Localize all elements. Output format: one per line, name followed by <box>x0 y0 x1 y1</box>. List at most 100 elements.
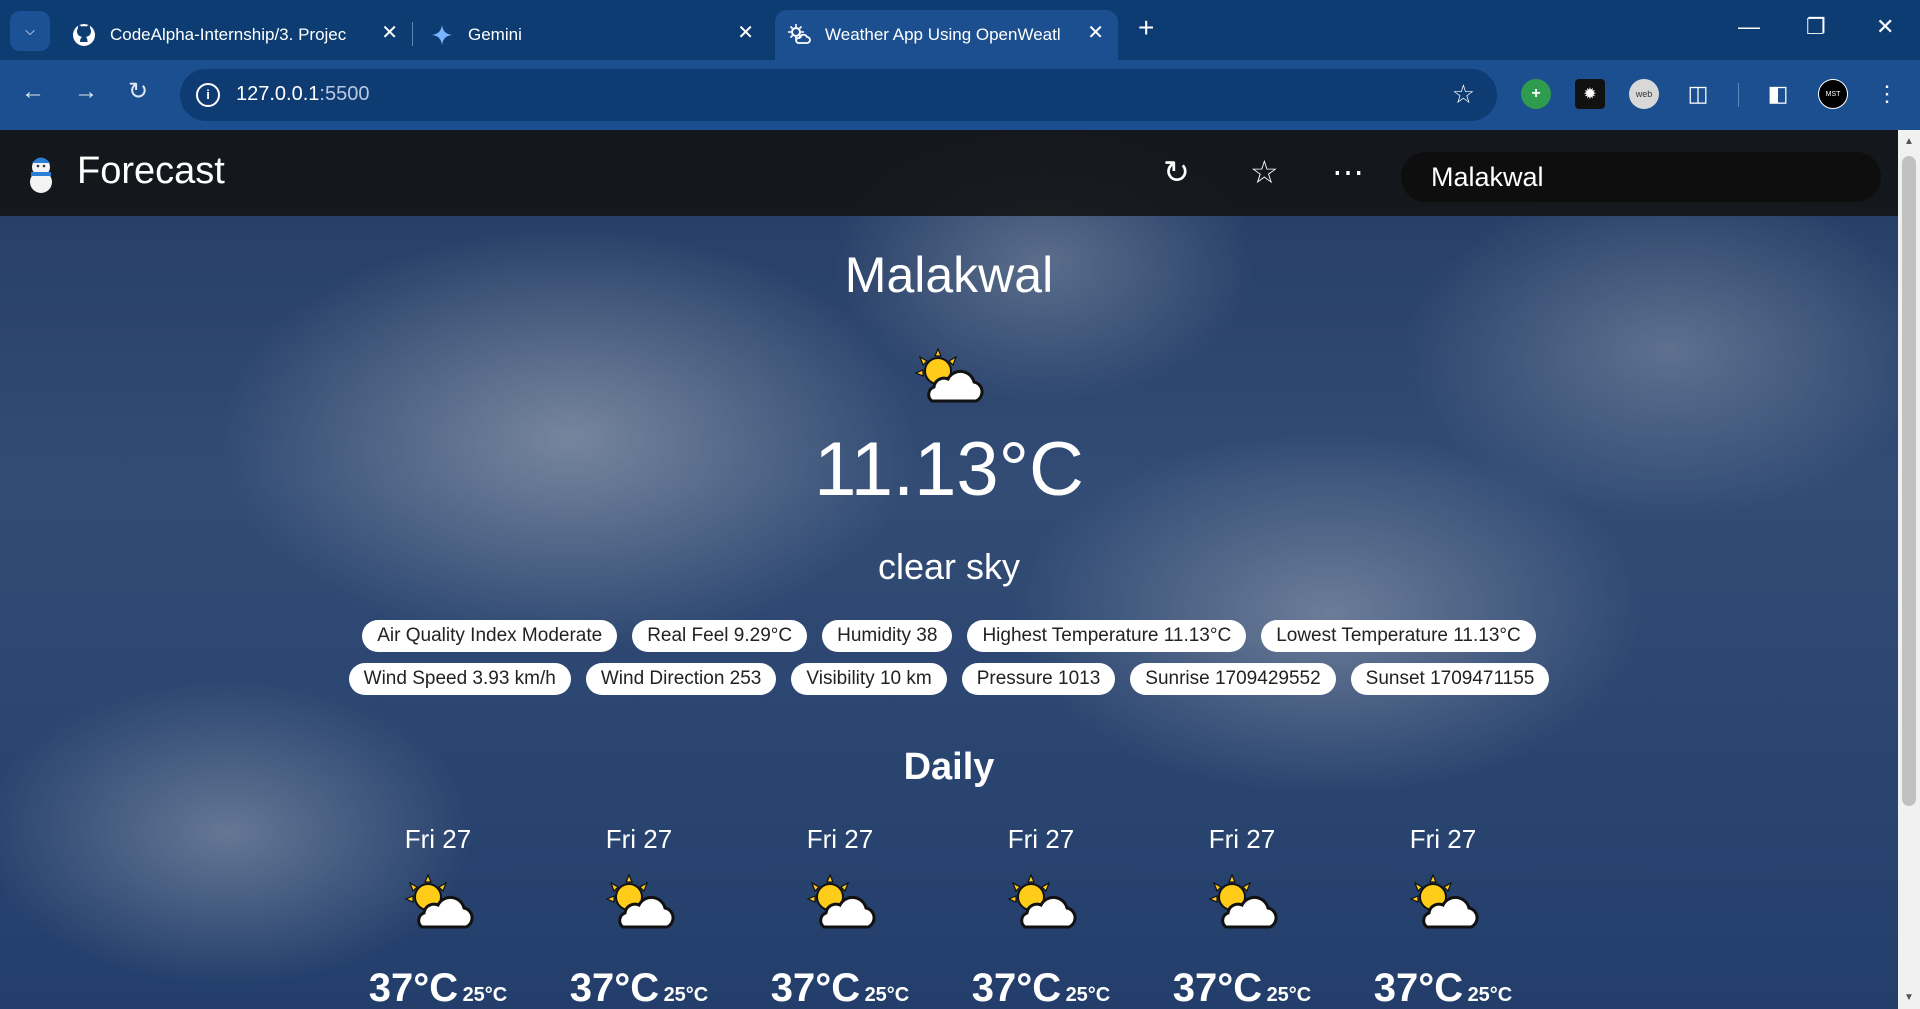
daily-forecast-item: Fri 27 37°C 25°C <box>363 824 513 1009</box>
url-port: :5500 <box>319 83 370 105</box>
close-icon[interactable]: ✕ <box>737 23 754 43</box>
new-tab-plus-icon[interactable]: + <box>1138 12 1154 44</box>
extensions-puzzle-icon[interactable]: ◫ <box>1683 79 1713 109</box>
partly-cloudy-icon <box>404 873 474 929</box>
daily-forecast-item: Fri 27 37°C 25°C <box>1167 824 1317 1009</box>
tab-github[interactable]: CodeAlpha-Internship/3. Projec ✕ <box>60 10 412 60</box>
pressure-chip: Pressure 1013 <box>961 663 1116 695</box>
daily-forecast-list: Fri 27 37°C 25°C Fri 27 37°C 25°C Fri 27… <box>363 824 1518 1009</box>
highest-temperature-chip: Highest Temperature 11.13°C <box>967 620 1247 652</box>
details-row-2: Wind Speed 3.93 km/h Wind Direction 253 … <box>0 663 1898 695</box>
day-temperatures: 37°C 25°C <box>1167 966 1317 1009</box>
day-high: 37°C <box>1172 966 1263 1009</box>
day-high: 37°C <box>368 966 459 1009</box>
tab-title: Gemini <box>468 25 522 44</box>
day-temperatures: 37°C 25°C <box>363 966 513 1009</box>
day-high: 37°C <box>770 966 861 1009</box>
wind-speed-chip: Wind Speed 3.93 km/h <box>348 663 571 695</box>
partly-cloudy-icon <box>806 873 876 929</box>
day-temperatures: 37°C 25°C <box>966 966 1116 1009</box>
sunset-chip: Sunset 1709471155 <box>1350 663 1550 695</box>
daily-forecast-item: Fri 27 37°C 25°C <box>966 824 1116 1009</box>
daily-section-title: Daily <box>903 746 995 788</box>
page-scrollbar[interactable]: ▲ ▼ <box>1898 130 1920 1009</box>
more-options-icon[interactable]: ⋯ <box>1332 156 1364 188</box>
url-host: 127.0.0.1 <box>236 83 320 105</box>
side-panel-icon[interactable]: ◧ <box>1763 79 1793 109</box>
day-low: 25°C <box>864 984 910 1006</box>
site-info-icon[interactable]: i <box>196 83 220 107</box>
day-name: Fri 27 <box>1409 824 1477 854</box>
sunrise-chip: Sunrise 1709429552 <box>1130 663 1336 695</box>
partly-cloudy-icon <box>1409 873 1479 929</box>
window-close-icon[interactable]: ✕ <box>1876 14 1894 40</box>
partly-cloudy-icon <box>1007 873 1077 929</box>
day-low: 25°C <box>1065 984 1111 1006</box>
add-extension-icon[interactable]: + <box>1521 79 1551 109</box>
tab-search-button[interactable]: ⌵ <box>10 11 50 51</box>
day-low: 25°C <box>1266 984 1312 1006</box>
lowest-temperature-chip: Lowest Temperature 11.13°C <box>1261 620 1536 652</box>
day-name: Fri 27 <box>404 824 472 854</box>
partly-cloudy-icon <box>1208 873 1278 929</box>
scroll-down-icon[interactable]: ▼ <box>1904 992 1914 1003</box>
web-extension-icon[interactable]: web <box>1629 79 1659 109</box>
day-low: 25°C <box>462 984 508 1006</box>
snowman-logo-icon <box>30 157 52 193</box>
day-name: Fri 27 <box>806 824 874 854</box>
tab-weather-app[interactable]: Weather App Using OpenWeatl ✕ <box>775 10 1118 60</box>
close-icon[interactable]: ✕ <box>381 23 398 43</box>
day-low: 25°C <box>1467 984 1513 1006</box>
day-name: Fri 27 <box>1007 824 1075 854</box>
humidity-chip: Humidity 38 <box>822 620 953 652</box>
chatgpt-extension-icon[interactable]: ✹ <box>1575 79 1605 109</box>
day-temperatures: 37°C 25°C <box>1368 966 1518 1009</box>
current-temperature: 11.13°C <box>814 427 1084 512</box>
browser-toolbar: ← → ↻ i 127.0.0.1:5500 ☆ + ✹ web ◫ ◧ MST… <box>0 60 1920 130</box>
tab-title: CodeAlpha-Internship/3. Projec <box>110 25 347 44</box>
gemini-sparkle-icon <box>430 23 454 47</box>
chevron-down-icon: ⌵ <box>25 23 35 38</box>
profile-avatar[interactable]: MST <box>1818 79 1848 109</box>
forward-arrow-icon[interactable]: → <box>74 80 98 104</box>
day-name: Fri 27 <box>605 824 673 854</box>
close-icon[interactable]: ✕ <box>1087 23 1104 43</box>
scrollbar-thumb[interactable] <box>1902 156 1916 806</box>
scroll-up-icon[interactable]: ▲ <box>1904 136 1914 147</box>
day-temperatures: 37°C 25°C <box>564 966 714 1009</box>
day-temperatures: 37°C 25°C <box>765 966 915 1009</box>
visibility-chip: Visibility 10 km <box>791 663 947 695</box>
air-quality-chip: Air Quality Index Moderate <box>362 620 618 652</box>
toolbar-separator <box>1738 83 1739 107</box>
url-text[interactable]: 127.0.0.1:5500 <box>236 83 369 106</box>
weather-icon <box>787 23 811 47</box>
github-icon <box>72 23 96 47</box>
minimize-icon[interactable]: — <box>1738 14 1760 40</box>
browser-tab-bar: ⌵ CodeAlpha-Internship/3. Projec ✕ Gemin… <box>0 0 1920 60</box>
restore-icon[interactable]: ❐ <box>1806 14 1826 40</box>
daily-forecast-item: Fri 27 37°C 25°C <box>765 824 915 1009</box>
tab-title: Weather App Using OpenWeatl <box>825 25 1061 44</box>
wind-direction-chip: Wind Direction 253 <box>585 663 777 695</box>
refresh-icon[interactable]: ↻ <box>1163 156 1190 188</box>
tab-gemini[interactable]: Gemini ✕ <box>418 10 768 60</box>
daily-forecast-item: Fri 27 37°C 25°C <box>1368 824 1518 1009</box>
app-brand-title: Forecast <box>77 150 225 192</box>
day-high: 37°C <box>1373 966 1464 1009</box>
bookmark-star-icon[interactable]: ☆ <box>1452 79 1475 110</box>
city-name: Malakwal <box>844 247 1054 303</box>
tab-separator <box>412 22 413 46</box>
partly-cloudy-icon <box>605 873 675 929</box>
favorite-star-icon[interactable]: ☆ <box>1250 156 1279 188</box>
day-low: 25°C <box>663 984 709 1006</box>
day-high: 37°C <box>971 966 1062 1009</box>
city-search-input[interactable] <box>1401 152 1881 202</box>
reload-icon[interactable]: ↻ <box>128 80 148 104</box>
partly-cloudy-icon <box>914 347 984 403</box>
address-bar[interactable]: i 127.0.0.1:5500 ☆ <box>180 69 1497 121</box>
daily-forecast-item: Fri 27 37°C 25°C <box>564 824 714 1009</box>
browser-menu-icon[interactable]: ⋮ <box>1872 79 1902 109</box>
day-name: Fri 27 <box>1208 824 1276 854</box>
details-row-1: Air Quality Index Moderate Real Feel 9.2… <box>0 620 1898 652</box>
back-arrow-icon[interactable]: ← <box>21 80 45 104</box>
